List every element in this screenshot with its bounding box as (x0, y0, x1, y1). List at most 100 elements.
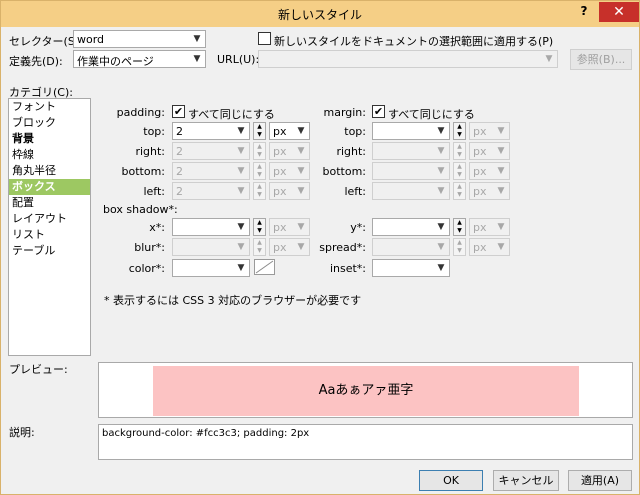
chevron-down-icon: ▼ (193, 34, 201, 44)
shadow-inset-label: inset*: (329, 262, 366, 275)
shadow-blur-label: blur*: (134, 241, 165, 254)
padding-right-spinner[interactable]: ▲ ▼ (253, 142, 266, 160)
padding-bottom-unit-value: px (273, 165, 287, 178)
category-item-position[interactable]: 配置 (9, 195, 90, 211)
chevron-down-icon: ▼ (237, 263, 245, 273)
shadow-spread-unit-value: px (473, 241, 487, 254)
margin-same-checkbox[interactable]: ✔ (372, 105, 385, 118)
margin-top-combo[interactable]: ▼ (372, 122, 450, 140)
padding-right-value: 2 (176, 145, 183, 158)
no-color-icon (255, 260, 274, 274)
shadow-color-combo[interactable]: ▼ (172, 259, 250, 277)
shadow-x-spinner[interactable]: ▲ ▼ (253, 218, 266, 236)
padding-top-unit[interactable]: px ▼ (269, 122, 310, 140)
margin-top-spinner[interactable]: ▲ ▼ (453, 122, 466, 140)
padding-bottom-spinner[interactable]: ▲ ▼ (253, 162, 266, 180)
margin-left-label: left: (344, 185, 366, 198)
chevron-down-icon: ▼ (437, 146, 445, 156)
url-combo[interactable]: ▼ (258, 50, 558, 68)
shadow-x-combo[interactable]: ▼ (172, 218, 250, 236)
margin-bottom-unit[interactable]: px ▼ (469, 162, 510, 180)
shadow-inset-combo[interactable]: ▼ (372, 259, 450, 277)
category-item-layout[interactable]: レイアウト (9, 211, 90, 227)
padding-left-combo[interactable]: 2 ▼ (172, 182, 250, 200)
margin-top-unit[interactable]: px ▼ (469, 122, 510, 140)
margin-same-label: すべて同じにする (388, 108, 475, 121)
category-item-box[interactable]: ボックス (9, 179, 90, 195)
shadow-y-unit[interactable]: px ▼ (469, 218, 510, 236)
margin-left-spinner[interactable]: ▲ ▼ (453, 182, 466, 200)
category-item-list[interactable]: リスト (9, 227, 90, 243)
chevron-down-icon: ▼ (193, 54, 201, 64)
category-item-block[interactable]: ブロック (9, 115, 90, 131)
shadow-blur-unit-value: px (273, 241, 287, 254)
padding-left-label: left: (143, 185, 165, 198)
chevron-down-icon: ▼ (237, 166, 245, 176)
ok-button[interactable]: OK (419, 470, 483, 491)
margin-left-combo[interactable]: ▼ (372, 182, 450, 200)
shadow-y-label: y*: (350, 221, 366, 234)
padding-top-combo[interactable]: 2 ▼ (172, 122, 250, 140)
padding-bottom-combo[interactable]: 2 ▼ (172, 162, 250, 180)
shadow-y-combo[interactable]: ▼ (372, 218, 450, 236)
margin-right-unit[interactable]: px ▼ (469, 142, 510, 160)
category-item-border[interactable]: 枠線 (9, 147, 90, 163)
category-item-border-radius[interactable]: 角丸半径 (9, 163, 90, 179)
margin-bottom-spinner[interactable]: ▲ ▼ (453, 162, 466, 180)
category-item-table[interactable]: テーブル (9, 243, 90, 259)
close-button[interactable]: ✕ (599, 2, 639, 22)
shadow-x-unit[interactable]: px ▼ (269, 218, 310, 236)
new-style-dialog: 新しいスタイル ? ✕ セレクター(S): word ▼ 新しいスタイルをドキュ… (0, 0, 640, 495)
apply-selection-checkbox[interactable] (258, 32, 271, 45)
padding-right-unit[interactable]: px ▼ (269, 142, 310, 160)
chevron-down-icon: ▼ (497, 186, 505, 196)
margin-left-unit-value: px (473, 185, 487, 198)
shadow-color-label: color*: (128, 262, 165, 275)
margin-label: margin: (323, 106, 366, 119)
chevron-down-icon: ▼ (437, 186, 445, 196)
padding-left-unit[interactable]: px ▼ (269, 182, 310, 200)
shadow-y-spinner[interactable]: ▲ ▼ (453, 218, 466, 236)
padding-top-label: top: (143, 125, 165, 138)
padding-same-label: すべて同じにする (188, 108, 275, 121)
color-picker-swatch[interactable] (254, 259, 275, 275)
margin-right-label: right: (336, 145, 366, 158)
shadow-blur-unit[interactable]: px ▼ (269, 238, 310, 256)
target-value: 作業中のページ (77, 55, 154, 68)
padding-label: padding: (116, 106, 165, 119)
margin-right-combo[interactable]: ▼ (372, 142, 450, 160)
shadow-y-unit-value: px (473, 221, 487, 234)
target-combo[interactable]: 作業中のページ ▼ (73, 50, 206, 68)
browse-button[interactable]: 参照(B)... (570, 49, 632, 70)
padding-right-combo[interactable]: 2 ▼ (172, 142, 250, 160)
margin-left-unit[interactable]: px ▼ (469, 182, 510, 200)
help-button[interactable]: ? (576, 4, 592, 22)
category-item-font[interactable]: フォント (9, 99, 90, 115)
category-item-background[interactable]: 背景 (9, 131, 90, 147)
shadow-blur-combo[interactable]: ▼ (172, 238, 250, 256)
margin-right-spinner[interactable]: ▲ ▼ (453, 142, 466, 160)
shadow-spread-unit[interactable]: px ▼ (469, 238, 510, 256)
category-list[interactable]: フォント ブロック 背景 枠線 角丸半径 ボックス 配置 レイアウト リスト テ… (8, 98, 91, 356)
shadow-x-unit-value: px (273, 221, 287, 234)
padding-top-spinner[interactable]: ▲ ▼ (253, 122, 266, 140)
shadow-spread-combo[interactable]: ▼ (372, 238, 450, 256)
shadow-spread-spinner[interactable]: ▲ ▼ (453, 238, 466, 256)
preview-pane: Aaあぁアァ亜字 (98, 362, 633, 418)
description-label: 説明: (9, 426, 35, 439)
chevron-down-icon: ▼ (437, 263, 445, 273)
padding-bottom-unit[interactable]: px ▼ (269, 162, 310, 180)
cancel-button[interactable]: キャンセル (493, 470, 559, 491)
margin-bottom-unit-value: px (473, 165, 487, 178)
chevron-down-icon: ▼ (237, 222, 245, 232)
padding-same-checkbox[interactable]: ✔ (172, 105, 185, 118)
apply-button[interactable]: 適用(A) (568, 470, 632, 491)
target-label: 定義先(D): (9, 55, 63, 68)
shadow-spread-label: spread*: (319, 241, 366, 254)
shadow-blur-spinner[interactable]: ▲ ▼ (253, 238, 266, 256)
padding-top-value: 2 (176, 125, 183, 138)
padding-left-spinner[interactable]: ▲ ▼ (253, 182, 266, 200)
description-text: background-color: #fcc3c3; padding: 2px (98, 424, 633, 460)
margin-bottom-combo[interactable]: ▼ (372, 162, 450, 180)
selector-combo[interactable]: word ▼ (73, 30, 206, 48)
